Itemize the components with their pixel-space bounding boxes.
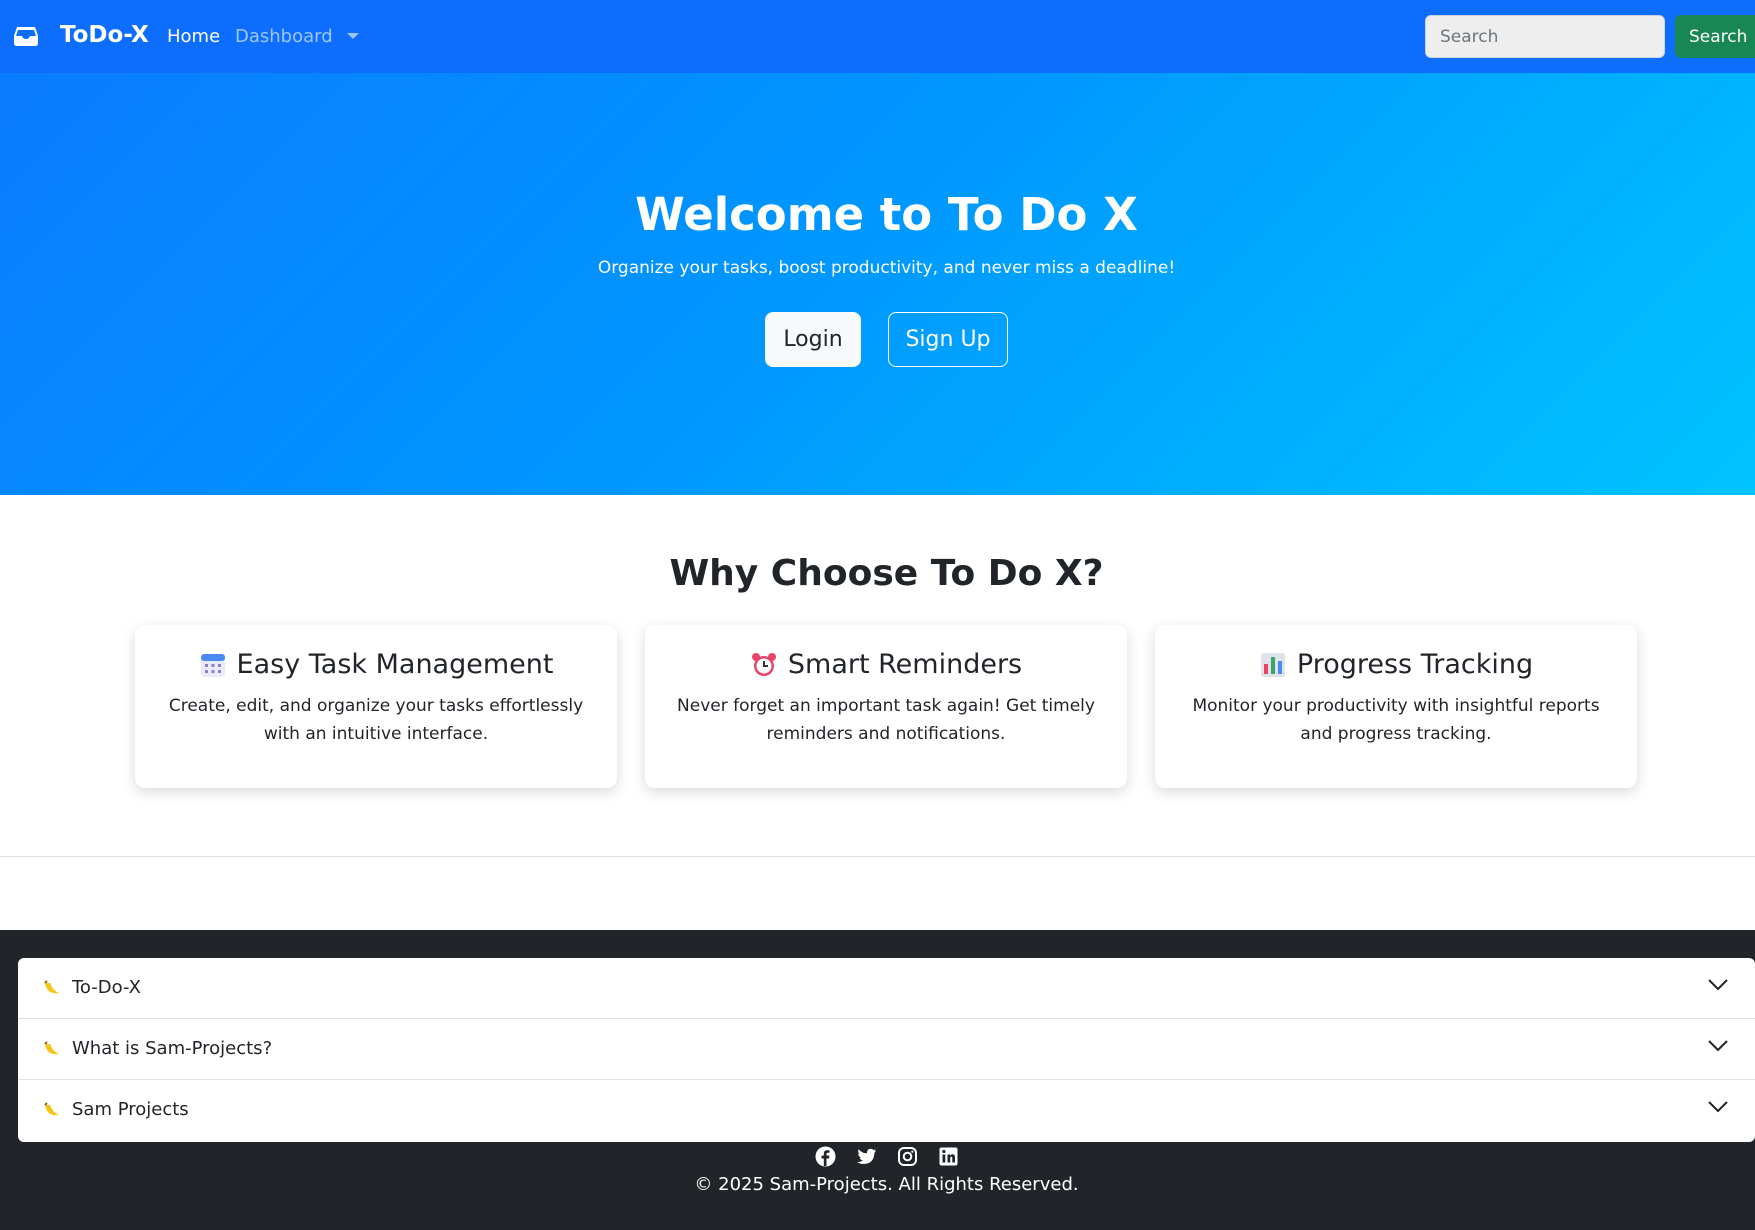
navbar: ToDo-X Home Dashboard Search xyxy=(0,0,1755,73)
accordion-label: What is Sam-Projects? xyxy=(72,1038,273,1059)
alarm-clock-icon xyxy=(751,652,776,676)
dropdown-caret-icon[interactable] xyxy=(347,33,359,39)
search-button[interactable]: Search xyxy=(1675,15,1755,58)
inbox-icon[interactable] xyxy=(13,24,39,48)
card-title: Smart Reminders xyxy=(787,649,1023,680)
banana-icon xyxy=(44,980,59,994)
feature-card-progress: Progress Tracking Monitor your productiv… xyxy=(1155,625,1637,788)
nav-home-link[interactable]: Home xyxy=(167,26,220,47)
chevron-down-icon[interactable] xyxy=(1707,1039,1729,1053)
accordion-label: To-Do-X xyxy=(72,977,141,998)
login-button[interactable]: Login xyxy=(765,312,861,367)
signup-button[interactable]: Sign Up xyxy=(888,312,1008,367)
section-divider xyxy=(0,856,1755,857)
feature-card-reminders: Smart Reminders Never forget an importan… xyxy=(645,625,1127,788)
card-text: Never forget an important task again! Ge… xyxy=(677,696,1095,744)
nav-dashboard-link[interactable]: Dashboard xyxy=(235,26,333,47)
banana-icon xyxy=(44,1102,59,1116)
accordion-item-what-is-sam-projects[interactable]: What is Sam-Projects? xyxy=(18,1019,1755,1080)
twitter-icon[interactable] xyxy=(856,1146,877,1167)
footer: To-Do-X What is Sam-Projects? Sam Projec… xyxy=(0,930,1755,1230)
hero-title: Welcome to To Do X xyxy=(635,188,1138,241)
calendar-icon xyxy=(200,653,225,677)
banana-icon xyxy=(44,1041,59,1055)
search-input[interactable] xyxy=(1425,15,1665,58)
feature-card-task-management: Easy Task Management Create, edit, and o… xyxy=(135,625,617,788)
linkedin-icon[interactable] xyxy=(938,1146,959,1167)
hero-section: Welcome to To Do X Organize your tasks, … xyxy=(0,73,1755,495)
copyright-text: © 2025 Sam-Projects. All Rights Reserved… xyxy=(694,1174,1079,1195)
social-links xyxy=(0,1146,1755,1167)
accordion-label: Sam Projects xyxy=(72,1099,189,1120)
card-title: Progress Tracking xyxy=(1296,649,1534,680)
accordion-item-todox[interactable]: To-Do-X xyxy=(18,958,1755,1019)
features-heading: Why Choose To Do X? xyxy=(669,553,1104,594)
instagram-icon[interactable] xyxy=(897,1146,918,1167)
facebook-icon[interactable] xyxy=(815,1146,836,1167)
faq-accordion: To-Do-X What is Sam-Projects? Sam Projec… xyxy=(18,958,1755,1142)
hero-subtitle: Organize your tasks, boost productivity,… xyxy=(597,258,1176,278)
card-text: Create, edit, and organize your tasks ef… xyxy=(168,696,584,744)
bar-chart-icon xyxy=(1260,652,1285,677)
chevron-down-icon[interactable] xyxy=(1707,978,1729,992)
card-title: Easy Task Management xyxy=(236,649,554,680)
chevron-down-icon[interactable] xyxy=(1707,1100,1729,1114)
card-text: Monitor your productivity with insightfu… xyxy=(1192,696,1600,744)
brand-name[interactable]: ToDo-X xyxy=(60,22,149,48)
accordion-item-sam-projects[interactable]: Sam Projects xyxy=(18,1080,1755,1141)
